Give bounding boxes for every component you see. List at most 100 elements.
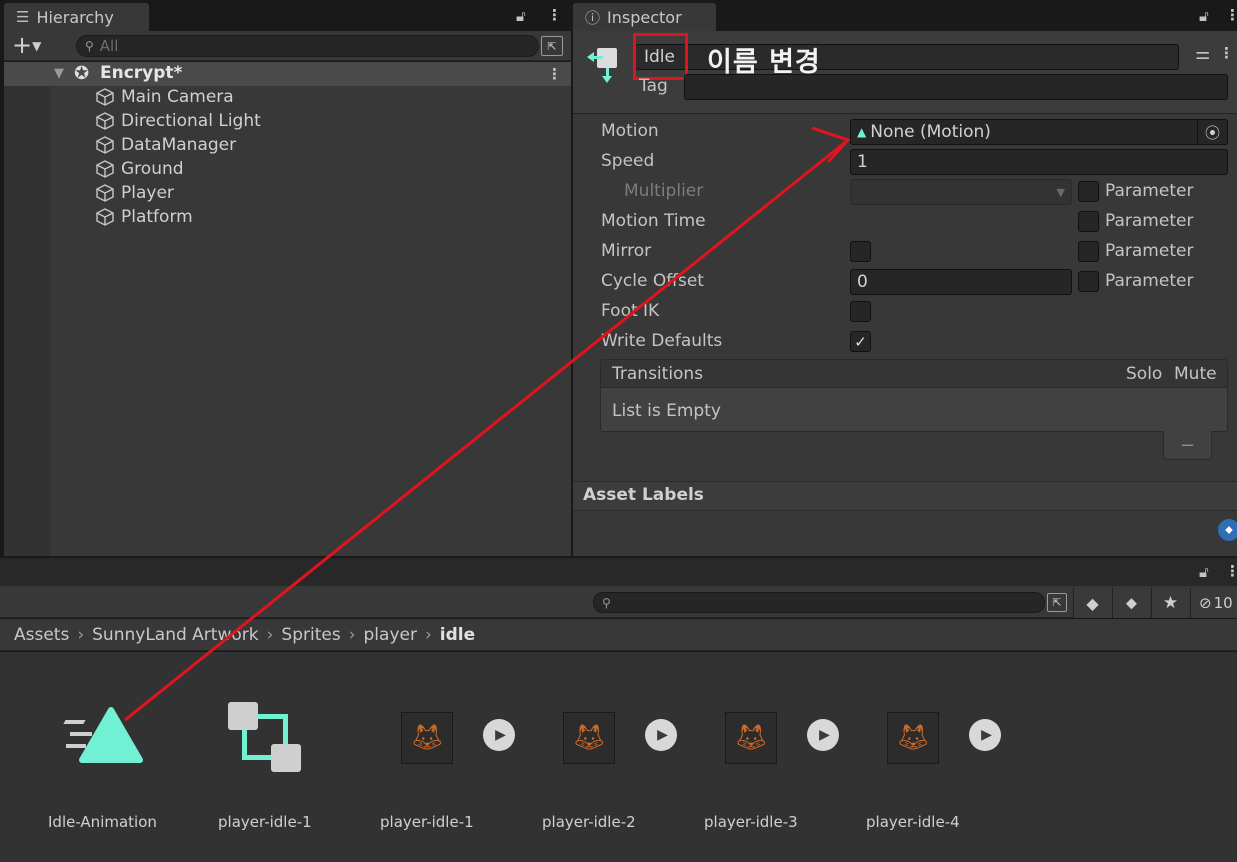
cycle-offset-value: 0 bbox=[857, 272, 868, 292]
gameobject-cube-icon bbox=[96, 160, 114, 178]
motion-time-parameter-checkbox[interactable] bbox=[1078, 211, 1099, 232]
play-button-icon[interactable]: ▶ bbox=[483, 719, 515, 751]
hierarchy-item-label: Directional Light bbox=[121, 111, 261, 131]
asset-label[interactable]: player-idle-1 bbox=[218, 813, 312, 831]
mute-column-label: Mute bbox=[1174, 364, 1217, 384]
breadcrumb-item[interactable]: Sprites bbox=[281, 625, 340, 645]
foot-ik-checkbox[interactable] bbox=[850, 301, 871, 322]
motion-value: None (Motion) bbox=[870, 122, 991, 142]
asset-label[interactable]: player-idle-2 bbox=[542, 813, 636, 831]
hierarchy-item-label: Ground bbox=[121, 159, 184, 179]
sprite-thumbnail[interactable]: 🦊︎ bbox=[887, 712, 939, 764]
sprite-thumbnail[interactable]: 🦊︎ bbox=[725, 712, 777, 764]
breadcrumb-item[interactable]: Assets bbox=[14, 625, 69, 645]
label-tag-icon[interactable]: ⬥ bbox=[1218, 519, 1237, 541]
breadcrumb-item[interactable]: SunnyLand Artwork bbox=[92, 625, 258, 645]
remove-transition-button[interactable]: − bbox=[1163, 431, 1212, 460]
mirror-parameter-checkbox[interactable] bbox=[1078, 241, 1099, 262]
multiplier-dropdown[interactable]: ▼ bbox=[850, 179, 1072, 205]
speed-value: 1 bbox=[857, 152, 868, 172]
hierarchy-item-label: DataManager bbox=[121, 135, 237, 155]
motion-object-field[interactable]: ▲ None (Motion) bbox=[850, 119, 1228, 145]
tab-hierarchy[interactable]: ☰ Hierarchy bbox=[4, 3, 149, 31]
dropdown-arrow-icon: ▼ bbox=[32, 39, 42, 53]
lock-icon[interactable]: 🔓︎ bbox=[516, 7, 526, 25]
mirror-checkbox[interactable] bbox=[850, 241, 871, 262]
fox-sprite-icon: 🦊︎ bbox=[572, 723, 606, 753]
lock-icon[interactable]: 🔓︎ bbox=[1199, 563, 1209, 581]
tag-icon: ⬥ bbox=[1125, 593, 1138, 612]
parameter-label: Parameter bbox=[1105, 211, 1194, 231]
shapes-icon: ◆ bbox=[1086, 593, 1099, 613]
hierarchy-item[interactable]: DataManager bbox=[95, 135, 236, 155]
mirror-label: Mirror bbox=[601, 241, 652, 261]
search-scene-icon[interactable]: ⇱ bbox=[541, 36, 563, 56]
hierarchy-item[interactable]: Directional Light bbox=[95, 111, 261, 131]
cycle-offset-input[interactable]: 0 bbox=[850, 269, 1072, 295]
multiplier-parameter-checkbox[interactable] bbox=[1078, 181, 1099, 202]
object-picker-icon[interactable]: ⦿ bbox=[1197, 120, 1227, 144]
hierarchy-item[interactable]: Main Camera bbox=[95, 87, 234, 107]
parameter-label: Parameter bbox=[1105, 181, 1194, 201]
hierarchy-search-input[interactable]: ⚲ All bbox=[76, 35, 539, 57]
animator-controller-icon[interactable] bbox=[228, 702, 302, 774]
add-object-button[interactable]: +▼ bbox=[12, 33, 41, 58]
sprite-thumbnail[interactable]: 🦊︎ bbox=[401, 712, 453, 764]
hierarchy-tab-label: Hierarchy bbox=[36, 7, 114, 27]
hierarchy-gutter bbox=[4, 86, 50, 556]
hierarchy-item[interactable]: Player bbox=[95, 183, 174, 203]
expand-arrow-icon[interactable]: ▼ bbox=[54, 66, 64, 81]
search-scope-icon[interactable]: ⇱ bbox=[1047, 593, 1067, 612]
hierarchy-panel: ☰ Hierarchy 🔓︎ ⋮ +▼ ⚲ All ⇱ ▼ ✪ Encrypt*… bbox=[0, 0, 571, 556]
filter-by-type-button[interactable]: ◆ bbox=[1073, 588, 1111, 618]
hidden-packages-button[interactable]: ⊘ 10 bbox=[1190, 588, 1237, 618]
asset-label[interactable]: Idle-Animation bbox=[48, 813, 157, 831]
tab-inspector[interactable]: ⓘ Inspector bbox=[573, 3, 716, 31]
play-button-icon[interactable]: ▶ bbox=[807, 719, 839, 751]
write-defaults-checkbox[interactable]: ✓ bbox=[850, 331, 871, 352]
sprite-thumbnail[interactable]: 🦊︎ bbox=[563, 712, 615, 764]
gameobject-cube-icon bbox=[96, 136, 114, 154]
animation-clip-icon[interactable] bbox=[62, 702, 144, 764]
more-menu-icon[interactable]: ⋮ bbox=[1225, 6, 1237, 24]
chevron-right-icon: › bbox=[266, 624, 274, 645]
lock-icon[interactable]: 🔓︎ bbox=[1199, 7, 1209, 25]
info-icon: ⓘ bbox=[585, 8, 601, 27]
cycle-offset-label: Cycle Offset bbox=[601, 271, 704, 291]
play-button-icon[interactable]: ▶ bbox=[645, 719, 677, 751]
hierarchy-item[interactable]: Ground bbox=[95, 159, 184, 179]
tag-label: Tag bbox=[639, 76, 668, 96]
play-button-icon[interactable]: ▶ bbox=[969, 719, 1001, 751]
gameobject-cube-icon bbox=[96, 184, 114, 202]
favorites-button[interactable]: ★ bbox=[1151, 588, 1189, 618]
breadcrumb-item-current[interactable]: idle bbox=[440, 625, 475, 645]
solo-column-label: Solo bbox=[1126, 364, 1163, 384]
unity-scene-icon: ✪ bbox=[74, 63, 90, 84]
fox-sprite-icon: 🦊︎ bbox=[410, 723, 444, 753]
project-search-input[interactable]: ⚲ bbox=[593, 592, 1045, 613]
tag-input[interactable] bbox=[684, 74, 1228, 100]
more-menu-icon[interactable]: ⋮ bbox=[1225, 562, 1237, 580]
motion-time-label: Motion Time bbox=[601, 211, 706, 231]
hierarchy-item[interactable]: Platform bbox=[95, 207, 193, 227]
remove-label: − bbox=[1179, 434, 1196, 456]
cycle-offset-parameter-checkbox[interactable] bbox=[1078, 271, 1099, 292]
empty-list-text: List is Empty bbox=[612, 401, 721, 421]
write-defaults-label: Write Defaults bbox=[601, 331, 723, 351]
gameobject-cube-icon bbox=[96, 112, 114, 130]
more-menu-icon[interactable]: ⋮ bbox=[547, 6, 562, 24]
multiplier-label: Multiplier bbox=[624, 181, 704, 201]
filter-by-label-button[interactable]: ⬥ bbox=[1112, 588, 1150, 618]
dropdown-arrow-icon: ▼ bbox=[1056, 185, 1065, 199]
component-menu-icon[interactable]: ⋮ bbox=[1219, 44, 1234, 62]
asset-label[interactable]: player-idle-3 bbox=[704, 813, 798, 831]
scene-menu-icon[interactable]: ⋮ bbox=[547, 65, 562, 83]
asset-label[interactable]: player-idle-1 bbox=[380, 813, 474, 831]
breadcrumb-item[interactable]: player bbox=[364, 625, 417, 645]
preset-sliders-icon[interactable]: ⚌ bbox=[1195, 44, 1210, 64]
search-icon: ⚲ bbox=[602, 595, 611, 610]
breadcrumb: Assets › SunnyLand Artwork › Sprites › p… bbox=[0, 619, 1237, 651]
speed-input[interactable]: 1 bbox=[850, 149, 1228, 175]
asset-label[interactable]: player-idle-4 bbox=[866, 813, 960, 831]
motion-clip-icon: ▲ bbox=[857, 125, 867, 139]
